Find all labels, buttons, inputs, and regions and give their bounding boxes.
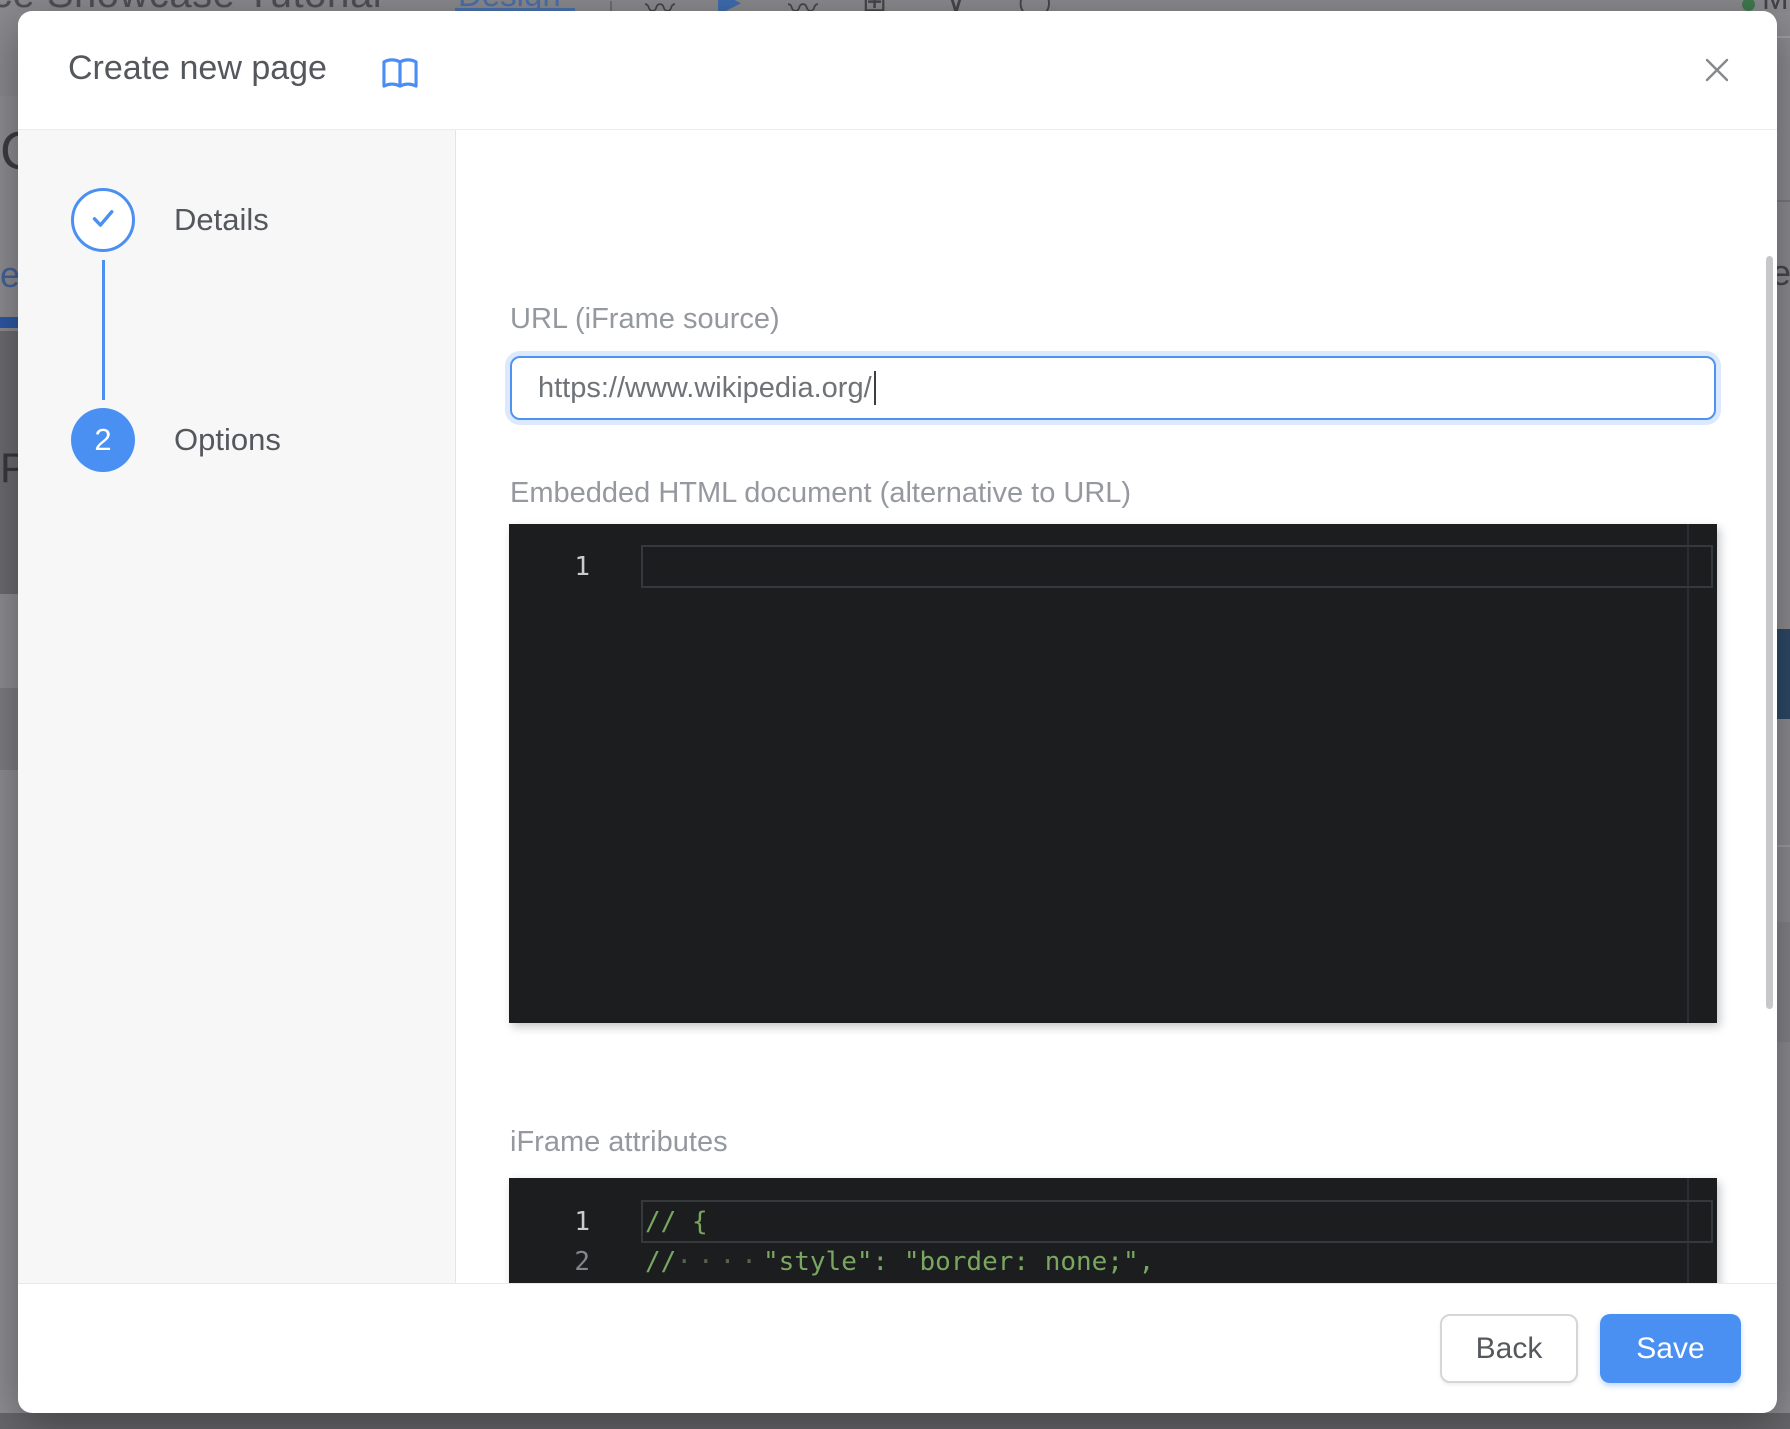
background-right-edge: e xyxy=(1777,12,1790,1413)
dialog-title: Create new page xyxy=(68,49,327,88)
save-button[interactable]: Save xyxy=(1600,1314,1741,1383)
iframe-attributes-editor[interactable]: 1 // { 2 //····"style": "border: none;",… xyxy=(509,1178,1717,1283)
step-connector xyxy=(102,260,105,400)
background-letter-p: P xyxy=(0,444,18,492)
background-bottom-edge xyxy=(0,1413,1790,1429)
code-line: // { xyxy=(645,1202,708,1242)
text-caret xyxy=(874,371,876,405)
step-details-indicator[interactable] xyxy=(71,188,135,252)
line-number: 1 xyxy=(509,547,590,587)
background-letter-e: e xyxy=(0,254,18,296)
step-options-indicator[interactable]: 2 xyxy=(71,408,135,472)
back-button[interactable]: Back xyxy=(1440,1314,1578,1383)
background-blue-bar xyxy=(0,317,18,328)
create-page-dialog: Create new page Det xyxy=(18,11,1777,1413)
url-field-label: URL (iFrame source) xyxy=(510,303,780,336)
dialog-header: Create new page xyxy=(18,11,1777,130)
book-icon xyxy=(380,55,420,96)
close-button[interactable] xyxy=(1697,51,1737,91)
modal-scrollbar[interactable] xyxy=(1766,256,1773,1009)
url-input-value: https://www.wikipedia.org/ xyxy=(538,372,872,405)
line-number: 1 xyxy=(509,1202,590,1242)
step-options-label[interactable]: Options xyxy=(174,422,281,458)
line-number: 2 xyxy=(509,1242,590,1282)
background-selected-row xyxy=(1777,629,1790,719)
embed-field-label: Embedded HTML document (alternative to U… xyxy=(510,477,1131,510)
embedded-html-editor[interactable]: 1 xyxy=(509,524,1717,1023)
dialog-footer: Back Save xyxy=(18,1283,1777,1413)
background-left-edge: C e P xyxy=(0,12,18,1413)
background-user-label: Mad xyxy=(1762,0,1790,12)
close-icon xyxy=(1699,76,1735,91)
check-icon xyxy=(86,201,120,240)
editor-ruler xyxy=(1687,524,1689,1023)
url-input[interactable]: https://www.wikipedia.org/ xyxy=(510,356,1716,420)
attrs-field-label: iFrame attributes xyxy=(510,1126,728,1159)
code-line: //····"style": "border: none;", xyxy=(645,1242,1154,1282)
step-options-number: 2 xyxy=(94,422,111,458)
dialog-body: Details 2 Options URL (iFrame source) ht… xyxy=(18,130,1777,1283)
steps-panel: Details 2 Options xyxy=(18,130,456,1283)
background-letter-e-right: e xyxy=(1777,252,1790,294)
step-details-label[interactable]: Details xyxy=(174,202,269,238)
status-dot xyxy=(1742,0,1755,11)
background-letter-c: C xyxy=(0,120,18,182)
